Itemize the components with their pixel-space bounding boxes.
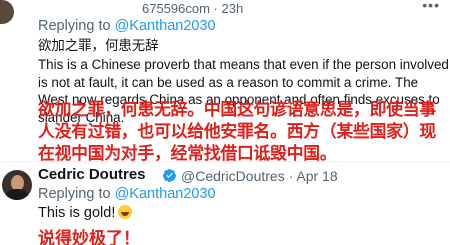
handle-and-date: @CedricDoutres · Apr 18 [181,168,338,184]
replying-to: Replying to @Kanthan2030 [38,18,216,34]
mention-link[interactable]: @Kanthan2030 [115,18,216,34]
tweet-text-content: This is gold! [38,205,116,221]
translation-overlay: 说得妙极了！ [38,229,140,245]
verified-badge-icon [162,168,177,183]
tweet-meta: 675596com · 23h [142,1,244,16]
replying-to: Replying to @Kanthan2030 [38,186,216,202]
tweet-text-chinese: 欲加之罪，何患无辞 [38,38,159,53]
mention-link[interactable]: @Kanthan2030 [115,186,216,202]
replying-to-label: Replying to [38,18,115,34]
tweet-text: This is gold! [38,205,133,221]
avatar[interactable] [0,0,14,24]
avatar[interactable] [2,170,32,200]
rofl-emoji-icon [118,205,133,219]
divider [0,161,450,162]
replying-to-label: Replying to [38,186,115,202]
translation-overlay: 欲加之罪，何患无辞。中国这句谚语意思是，即使当事人没有过错，也可以给他安罪名。西… [38,99,436,163]
more-options-button[interactable]: ••• [422,0,440,13]
display-name[interactable]: Cedric Doutres [38,166,146,183]
